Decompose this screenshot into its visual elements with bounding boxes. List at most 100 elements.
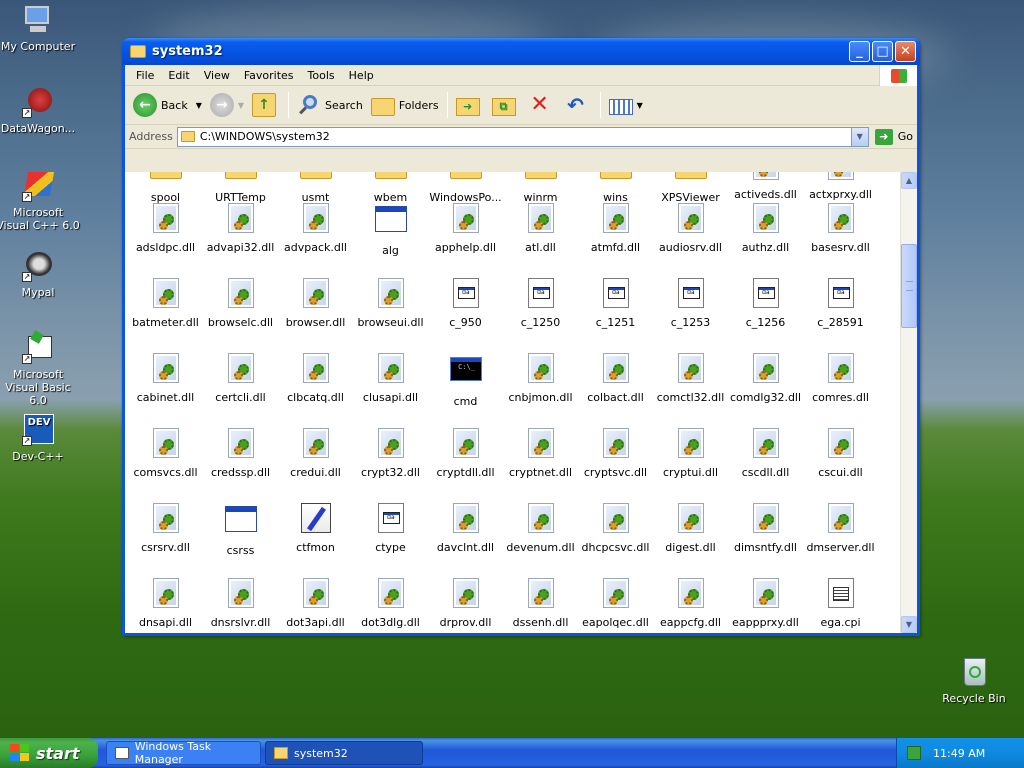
menu-file[interactable]: File bbox=[129, 69, 161, 82]
desktop-icon-devcpp[interactable]: DEV ↗ Dev-C++ bbox=[0, 414, 80, 463]
file-item[interactable]: credui.dll bbox=[278, 428, 353, 479]
file-item[interactable]: dot3api.dll bbox=[278, 578, 353, 629]
file-item[interactable]: browseui.dll bbox=[353, 278, 428, 329]
file-item[interactable]: spool bbox=[128, 172, 203, 204]
file-item[interactable]: actxprxy.dll bbox=[803, 172, 878, 201]
file-item[interactable]: dssenh.dll bbox=[503, 578, 578, 629]
file-item[interactable]: ⊡a c_1251 bbox=[578, 278, 653, 329]
file-item[interactable]: URTTemp bbox=[203, 172, 278, 204]
file-item[interactable]: devenum.dll bbox=[503, 503, 578, 554]
file-item[interactable]: dimsntfy.dll bbox=[728, 503, 803, 554]
title-bar[interactable]: system32 _ □ ✕ bbox=[122, 38, 920, 65]
file-item[interactable]: csrss bbox=[203, 503, 278, 557]
file-item[interactable]: audiosrv.dll bbox=[653, 203, 728, 254]
file-item[interactable]: cryptsvc.dll bbox=[578, 428, 653, 479]
file-item[interactable]: atmfd.dll bbox=[578, 203, 653, 254]
file-item[interactable]: csrsrv.dll bbox=[128, 503, 203, 554]
file-item[interactable]: authz.dll bbox=[728, 203, 803, 254]
menu-view[interactable]: View bbox=[197, 69, 237, 82]
file-item[interactable]: drprov.dll bbox=[428, 578, 503, 629]
search-button[interactable]: Search bbox=[293, 90, 367, 120]
menu-tools[interactable]: Tools bbox=[301, 69, 342, 82]
file-item[interactable]: clbcatq.dll bbox=[278, 353, 353, 404]
file-item[interactable]: ⊡a c_1250 bbox=[503, 278, 578, 329]
file-item[interactable]: C:\_ cmd bbox=[428, 353, 503, 408]
desktop-icon-recycle-bin[interactable]: Recycle Bin bbox=[932, 656, 1016, 705]
file-item[interactable]: winrm bbox=[503, 172, 578, 204]
explorer-window[interactable]: system32 _ □ ✕ File Edit View Favorites … bbox=[122, 38, 920, 636]
file-item[interactable]: XPSViewer bbox=[653, 172, 728, 204]
scroll-down-button[interactable]: ▼ bbox=[901, 616, 917, 633]
file-item[interactable]: cryptdll.dll bbox=[428, 428, 503, 479]
file-item[interactable]: ⊡a c_28591 bbox=[803, 278, 878, 329]
file-item[interactable]: comctl32.dll bbox=[653, 353, 728, 404]
safely-remove-icon[interactable] bbox=[907, 746, 921, 760]
scroll-thumb[interactable] bbox=[901, 244, 917, 328]
file-item[interactable]: colbact.dll bbox=[578, 353, 653, 404]
go-button[interactable]: ➜ Go bbox=[874, 128, 913, 145]
file-item[interactable]: browser.dll bbox=[278, 278, 353, 329]
menu-edit[interactable]: Edit bbox=[161, 69, 196, 82]
file-item[interactable]: adsldpc.dll bbox=[128, 203, 203, 254]
file-item[interactable]: ⊡a ctype bbox=[353, 503, 428, 554]
back-button[interactable]: ← Back ▼ bbox=[129, 90, 206, 120]
file-item[interactable]: dnsrslvr.dll bbox=[203, 578, 278, 629]
file-item[interactable]: eapolqec.dll bbox=[578, 578, 653, 629]
file-item[interactable]: WindowsPo... bbox=[428, 172, 503, 204]
file-item[interactable]: credssp.dll bbox=[203, 428, 278, 479]
folders-button[interactable]: Folders bbox=[367, 90, 443, 120]
file-item[interactable]: wins bbox=[578, 172, 653, 204]
vertical-scrollbar[interactable]: ▲ ▼ bbox=[900, 172, 917, 633]
up-folder-button[interactable]: ↑ bbox=[248, 90, 284, 120]
file-item[interactable]: clusapi.dll bbox=[353, 353, 428, 404]
file-item[interactable]: ⊡a c_1253 bbox=[653, 278, 728, 329]
file-list[interactable]: spool URTTemp usmt wbem WindowsPo... winrm win… bbox=[125, 172, 900, 633]
scroll-up-button[interactable]: ▲ bbox=[901, 172, 917, 189]
file-item[interactable]: dot3dlg.dll bbox=[353, 578, 428, 629]
file-item[interactable]: usmt bbox=[278, 172, 353, 204]
file-item[interactable]: advpack.dll bbox=[278, 203, 353, 254]
desktop-icon-visual-cpp[interactable]: ↗ Microsoft Visual C++ 6.0 bbox=[0, 170, 80, 232]
file-item[interactable]: cnbjmon.dll bbox=[503, 353, 578, 404]
file-item[interactable]: ⊡a c_1256 bbox=[728, 278, 803, 329]
file-item[interactable]: ega.cpi bbox=[803, 578, 878, 629]
file-item[interactable]: comres.dll bbox=[803, 353, 878, 404]
taskbar-item-task-manager[interactable]: Windows Task Manager bbox=[106, 740, 261, 766]
delete-button[interactable]: ✕ bbox=[524, 90, 560, 120]
file-item[interactable]: eappprxy.dll bbox=[728, 578, 803, 629]
close-button[interactable]: ✕ bbox=[895, 41, 916, 62]
file-item[interactable]: cscui.dll bbox=[803, 428, 878, 479]
file-item[interactable]: cscdll.dll bbox=[728, 428, 803, 479]
file-item[interactable]: batmeter.dll bbox=[128, 278, 203, 329]
file-item[interactable]: comdlg32.dll bbox=[728, 353, 803, 404]
taskbar-item-system32[interactable]: system32 bbox=[265, 741, 423, 765]
file-item[interactable]: ⊡a c_950 bbox=[428, 278, 503, 329]
file-item[interactable]: dhcpcsvc.dll bbox=[578, 503, 653, 554]
minimize-button[interactable]: _ bbox=[849, 41, 870, 62]
file-item[interactable]: activeds.dll bbox=[728, 172, 803, 201]
file-item[interactable]: browselc.dll bbox=[203, 278, 278, 329]
file-item[interactable]: ctfmon bbox=[278, 503, 353, 554]
file-item[interactable]: cryptnet.dll bbox=[503, 428, 578, 479]
start-button[interactable]: start bbox=[0, 738, 98, 768]
file-item[interactable]: certcli.dll bbox=[203, 353, 278, 404]
forward-button[interactable]: → ▼ bbox=[206, 90, 248, 120]
file-item[interactable]: cryptui.dll bbox=[653, 428, 728, 479]
move-to-button[interactable]: ➜ bbox=[452, 90, 488, 120]
file-item[interactable]: dmserver.dll bbox=[803, 503, 878, 554]
file-item[interactable]: basesrv.dll bbox=[803, 203, 878, 254]
desktop-icon-mypal[interactable]: ↗ Mypal bbox=[0, 250, 80, 299]
file-item[interactable]: dnsapi.dll bbox=[128, 578, 203, 629]
maximize-button[interactable]: □ bbox=[872, 41, 893, 62]
file-item[interactable]: crypt32.dll bbox=[353, 428, 428, 479]
file-item[interactable]: cabinet.dll bbox=[128, 353, 203, 404]
file-item[interactable]: wbem bbox=[353, 172, 428, 204]
desktop-icon-visual-basic[interactable]: ↗ Microsoft Visual Basic 6.0 bbox=[0, 330, 80, 407]
clock[interactable]: 11:49 AM bbox=[933, 747, 985, 760]
menu-favorites[interactable]: Favorites bbox=[237, 69, 301, 82]
file-item[interactable]: davclnt.dll bbox=[428, 503, 503, 554]
menu-help[interactable]: Help bbox=[342, 69, 381, 82]
file-item[interactable]: eappcfg.dll bbox=[653, 578, 728, 629]
address-input[interactable]: C:\WINDOWS\system32 ▼ bbox=[176, 126, 869, 147]
desktop-icon-my-computer[interactable]: My Computer bbox=[0, 4, 80, 53]
